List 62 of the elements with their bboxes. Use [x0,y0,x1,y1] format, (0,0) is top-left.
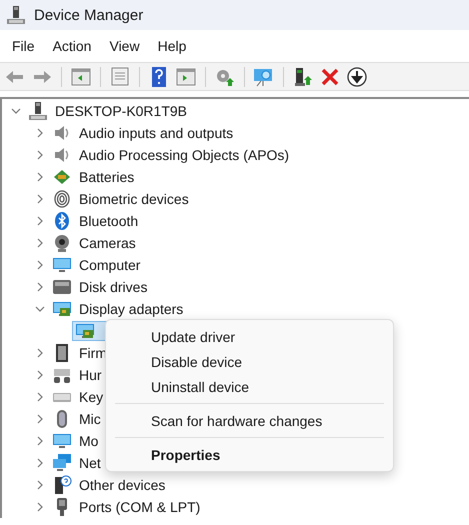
expand-chevron-icon[interactable] [35,458,45,468]
menu-item[interactable]: Properties [106,442,393,467]
tree-item[interactable]: Other devices [79,477,166,493]
tree-item[interactable]: Mic [79,411,101,427]
menu-item[interactable]: Help [150,34,194,58]
menu-item[interactable]: Update driver [106,324,393,349]
computer-icon [6,5,26,25]
monitor-icon [52,255,72,275]
menu-item[interactable]: Scan for hardware changes [106,408,393,433]
camera-icon [52,233,72,253]
tree-item[interactable]: Key [79,389,104,405]
unknown-device-icon [52,475,72,495]
expand-chevron-icon[interactable] [35,282,45,292]
fingerprint-icon [52,189,72,209]
computer-icon [28,101,48,121]
expand-chevron-icon[interactable] [35,128,45,138]
tree-item[interactable]: Net [79,455,101,471]
expand-chevron-icon[interactable] [35,414,45,424]
tree-item[interactable]: Disk drives [79,279,148,295]
expand-chevron-icon[interactable] [35,150,45,160]
expand-chevron-icon[interactable] [35,216,45,226]
device-update-icon[interactable] [292,66,314,88]
tree-item[interactable]: Mo [79,433,98,449]
expand-chevron-icon[interactable] [35,238,45,248]
expand-chevron-icon[interactable] [35,348,45,358]
expand-chevron-icon[interactable] [35,370,45,380]
monitor-icon [52,431,72,451]
expand-chevron-icon[interactable] [35,480,45,490]
tree-item[interactable]: Audio Processing Objects (APOs) [79,147,290,163]
display-adapter-icon [52,299,72,319]
collapse-chevron-icon[interactable] [35,304,45,314]
tree-item[interactable]: Cameras [79,235,136,251]
menu-item[interactable]: File [4,34,43,58]
tree-item[interactable]: Computer [79,257,140,273]
document-icon[interactable] [109,66,131,88]
collapse-chevron-icon[interactable] [11,106,21,116]
expand-chevron-icon[interactable] [35,436,45,446]
tree-item[interactable]: Batteries [79,169,134,185]
tree-item[interactable]: Bluetooth [79,213,138,229]
tree-item[interactable]: Audio inputs and outputs [79,125,234,141]
tree-item[interactable]: Hur [79,367,102,383]
network-icon [52,453,72,473]
expand-chevron-icon[interactable] [35,194,45,204]
tree-item[interactable]: Display adapters [79,301,184,317]
disk-drive-icon [52,277,72,297]
download-icon[interactable] [346,66,368,88]
tree-item[interactable]: Biometric devices [79,191,189,207]
menu-item[interactable]: Action [44,34,100,58]
expand-chevron-icon[interactable] [35,502,45,512]
menu-item[interactable]: Uninstall device [106,374,393,399]
window-panel-icon[interactable] [175,66,197,88]
window-panel-icon[interactable] [70,66,92,88]
menu-item[interactable]: View [101,34,148,58]
menu-item[interactable]: Disable device [106,349,393,374]
expand-chevron-icon[interactable] [35,260,45,270]
tree-item[interactable]: DESKTOP-K0R1T9B [55,103,188,119]
bluetooth-icon [52,211,72,231]
tree-item[interactable]: Ports (COM & LPT) [79,499,200,515]
expand-chevron-icon[interactable] [35,392,45,402]
expand-chevron-icon[interactable] [35,172,45,182]
window-title: Device Manager [34,6,144,24]
display-adapter-icon [75,321,95,341]
